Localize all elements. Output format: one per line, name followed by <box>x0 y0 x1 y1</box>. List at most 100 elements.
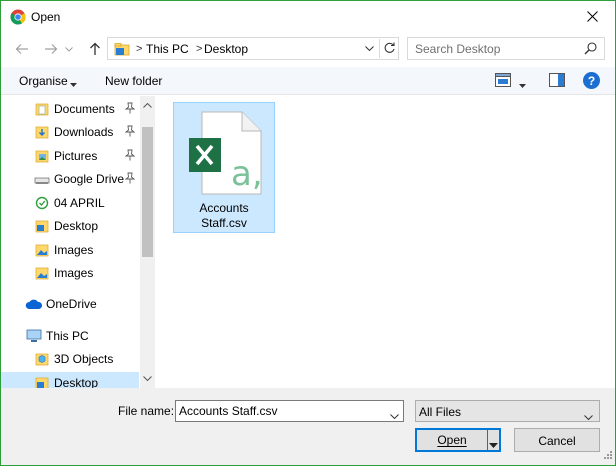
search-input[interactable] <box>408 38 584 59</box>
pin-icon <box>124 102 136 117</box>
back-arrow-icon <box>15 44 28 54</box>
nav-item-label: Documents <box>54 102 115 116</box>
split-divider <box>487 430 488 450</box>
file-list-area[interactable]: a, Accounts Staff.csv <box>157 96 615 388</box>
file-name-label: Accounts Staff.csv <box>174 201 274 231</box>
desktop-folder-icon <box>35 219 49 233</box>
search-box[interactable] <box>407 37 605 60</box>
nav-item-label: Images <box>54 243 94 257</box>
search-icon[interactable] <box>584 42 597 58</box>
command-toolbar: Organise New folder ? <box>1 67 615 95</box>
cancel-button-label: Cancel <box>538 434 576 448</box>
breadcrumb-desktop[interactable]: Desktop <box>204 42 248 56</box>
refresh-button[interactable] <box>379 39 398 58</box>
nav-item-label: Google Drive <box>54 172 125 186</box>
svg-text:a,: a, <box>231 154 262 194</box>
images-folder-icon <box>35 266 49 280</box>
file-name-input[interactable] <box>176 401 384 421</box>
close-button[interactable] <box>569 1 615 32</box>
back-button[interactable] <box>12 39 32 59</box>
change-view-icon[interactable] <box>495 73 511 87</box>
refresh-icon <box>384 42 395 53</box>
breadcrumb-separator: > <box>136 43 143 55</box>
nav-item-label: Images <box>54 266 94 280</box>
file-item-accounts-staff-csv[interactable]: a, Accounts Staff.csv <box>173 102 275 233</box>
pin-icon <box>124 172 136 187</box>
chrome-icon <box>10 9 26 25</box>
nav-item-pictures[interactable]: Pictures <box>1 145 139 167</box>
file-name-line-1: Accounts <box>199 201 249 215</box>
nav-item-images[interactable]: Images <box>1 239 139 261</box>
new-folder-button[interactable]: New folder <box>105 74 162 88</box>
breadcrumb-separator: > <box>196 43 203 55</box>
resize-grip-icon[interactable] <box>603 449 613 463</box>
open-file-dialog: Open > This PC > Desktop Search Desktop … <box>0 0 616 466</box>
nav-item-label: Downloads <box>54 125 114 139</box>
organise-menu-button[interactable]: Organise <box>19 74 68 88</box>
nav-item-desktop-selected[interactable]: Desktop <box>1 372 139 388</box>
cancel-button[interactable]: Cancel <box>514 428 600 452</box>
file-type-select[interactable]: All Files <box>415 400 600 422</box>
help-icon[interactable]: ? <box>583 72 600 89</box>
close-icon <box>586 11 598 22</box>
window-title: Open <box>31 10 61 24</box>
nav-item-label: Desktop <box>54 376 99 388</box>
breadcrumb-this-pc[interactable]: This PC <box>146 42 189 56</box>
navigation-pane: Documents Downloads Pictures Google Driv… <box>1 96 156 388</box>
drive-icon <box>34 172 50 186</box>
downloads-folder-icon <box>35 125 49 139</box>
open-options-caret-icon[interactable] <box>489 437 498 451</box>
chevron-up-icon <box>143 103 152 108</box>
dialog-footer: File name: All Files Open Cancel <box>1 388 615 465</box>
address-bar[interactable]: > This PC > Desktop <box>107 37 399 60</box>
open-button-label: Open <box>437 433 467 447</box>
nav-item-label: Pictures <box>54 149 98 163</box>
scroll-thumb[interactable] <box>142 127 153 257</box>
nav-item-label: Desktop <box>54 219 99 233</box>
nav-item-desktop[interactable]: Desktop <box>1 215 139 237</box>
scroll-up-button[interactable] <box>140 98 155 113</box>
open-button[interactable]: Open <box>415 428 501 452</box>
file-name-line-2: Staff.csv <box>201 216 247 230</box>
chevron-down-icon <box>364 46 374 51</box>
nav-item-3d-objects[interactable]: 3D Objects <box>1 348 139 370</box>
sync-folder-icon <box>35 196 49 210</box>
nav-item-documents[interactable]: Documents <box>1 98 139 120</box>
address-dropdown-button[interactable] <box>362 41 376 56</box>
nav-item-label: 3D Objects <box>54 352 114 366</box>
up-button[interactable] <box>85 39 105 59</box>
desktop-folder-icon <box>35 376 49 388</box>
pin-icon <box>124 125 136 140</box>
nav-item-downloads[interactable]: Downloads <box>1 121 139 143</box>
pin-icon <box>124 149 136 164</box>
nav-item-label: This PC <box>46 329 89 343</box>
nav-item-images[interactable]: Images <box>1 262 139 284</box>
nav-pane-scrollbar[interactable] <box>140 96 155 388</box>
excel-csv-icon: a, <box>188 111 263 198</box>
view-options-caret-icon[interactable] <box>519 77 526 91</box>
chevron-down-icon <box>65 46 73 52</box>
title-bar: Open <box>1 1 615 33</box>
pictures-folder-icon <box>35 149 49 163</box>
up-arrow-icon <box>90 42 100 55</box>
nav-item-this-pc[interactable]: This PC <box>1 325 139 347</box>
file-type-value: All Files <box>419 405 462 419</box>
chevron-down-icon[interactable] <box>390 408 399 422</box>
nav-item-04-april[interactable]: 04 APRIL <box>1 192 139 214</box>
nav-item-label: OneDrive <box>46 297 97 311</box>
nav-item-google-drive[interactable]: Google Drive <box>1 168 139 190</box>
folder-icon <box>114 42 130 59</box>
caret-down-icon[interactable] <box>70 76 77 90</box>
nav-item-label: 04 APRIL <box>54 196 105 210</box>
forward-arrow-icon <box>45 44 58 54</box>
file-name-combobox[interactable] <box>175 400 404 422</box>
computer-icon <box>26 329 42 343</box>
forward-button[interactable] <box>41 39 61 59</box>
preview-pane-icon[interactable] <box>549 73 565 87</box>
recent-locations-button[interactable] <box>63 39 75 59</box>
nav-item-onedrive[interactable]: OneDrive <box>1 293 139 315</box>
scroll-down-button[interactable] <box>140 371 155 386</box>
file-name-label: File name: <box>118 404 175 418</box>
images-folder-icon <box>35 243 49 257</box>
onedrive-icon <box>25 297 43 311</box>
